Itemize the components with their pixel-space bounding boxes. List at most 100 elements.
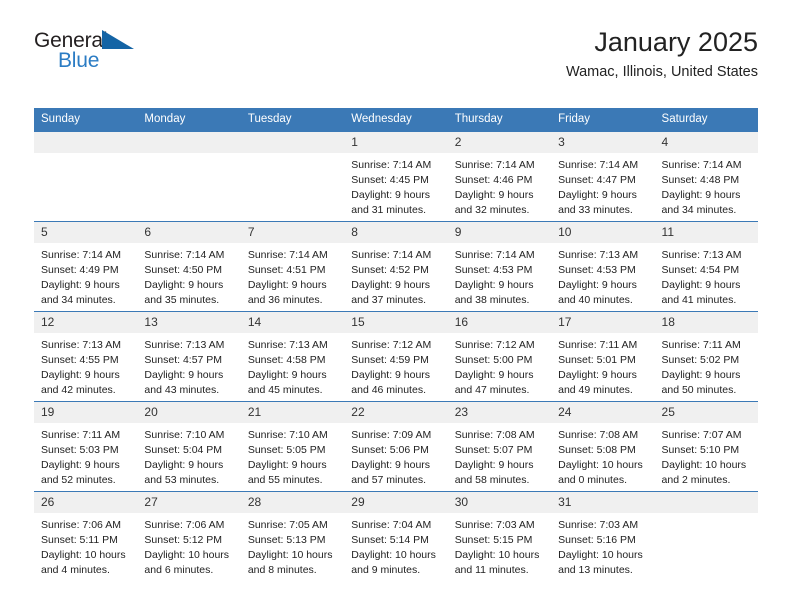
- calendar-day-cell[interactable]: 4 Sunrise: 7:14 AM Sunset: 4:48 PM Daylight…: [654, 131, 758, 222]
- calendar-day-cell[interactable]: 13 Sunrise: 7:13 AM Sunset: 4:57 PM Dayligh…: [137, 311, 241, 402]
- day-details: Sunrise: 7:11 AM Sunset: 5:02 PM Daylight:…: [655, 333, 758, 398]
- sunrise-line: Sunrise: 7:14 AM: [454, 159, 535, 171]
- daylight-line-cont: and 46 minutes.: [351, 383, 426, 396]
- daylight-line-cont: and 40 minutes.: [558, 293, 633, 306]
- sunset-line: Sunset: 4:46 PM: [454, 173, 533, 186]
- daylight-line: Daylight: 9 hours: [351, 368, 431, 381]
- day-details: Sunrise: 7:13 AM Sunset: 4:57 PM Daylight:…: [137, 333, 240, 398]
- day-number: 29: [344, 492, 448, 513]
- calendar-day-cell[interactable]: 10 Sunrise: 7:13 AM Sunset: 4:53 PM Dayligh…: [551, 221, 655, 312]
- calendar-week-row: 1 Sunrise: 7:14 AM Sunset: 4:45 PM Daylight…: [34, 131, 758, 222]
- day-cell-inner: 15 Sunrise: 7:12 AM Sunset: 4:59 PM Dayligh…: [344, 312, 448, 401]
- daylight-line-cont: and 9 minutes.: [351, 563, 421, 576]
- calendar-day-cell[interactable]: 12 Sunrise: 7:13 AM Sunset: 4:55 PM Dayligh…: [34, 311, 138, 402]
- weekday-header-saturday: Saturday: [654, 108, 758, 132]
- page-title: January 2025: [594, 27, 758, 57]
- daylight-line-cont: and 2 minutes.: [661, 473, 731, 486]
- calendar-day-cell[interactable]: 23 Sunrise: 7:08 AM Sunset: 5:07 PM Dayligh…: [447, 401, 552, 492]
- daylight-line: Daylight: 10 hours: [558, 548, 643, 561]
- sunrise-line: Sunrise: 7:14 AM: [351, 249, 432, 261]
- calendar-day-cell[interactable]: 29 Sunrise: 7:04 AM Sunset: 5:14 PM Dayligh…: [344, 491, 448, 582]
- calendar-day-cell[interactable]: 30 Sunrise: 7:03 AM Sunset: 5:15 PM Dayligh…: [447, 491, 552, 582]
- page-subtitle: Wamac, Illinois, United States: [565, 64, 758, 81]
- day-number: 5: [34, 222, 138, 243]
- calendar-day-cell[interactable]: 7 Sunrise: 7:14 AM Sunset: 4:51 PM Daylight…: [240, 221, 345, 312]
- day-number: 6: [137, 222, 241, 243]
- sunset-line: Sunset: 4:48 PM: [661, 173, 740, 186]
- sunrise-line: Sunrise: 7:14 AM: [454, 249, 535, 261]
- day-number: 12: [34, 312, 138, 333]
- daylight-line-cont: and 53 minutes.: [144, 473, 220, 486]
- day-cell-inner: 28 Sunrise: 7:05 AM Sunset: 5:13 PM Dayligh…: [240, 492, 345, 582]
- calendar-day-cell[interactable]: 5 Sunrise: 7:14 AM Sunset: 4:49 PM Daylight…: [34, 221, 138, 312]
- calendar-day-cell[interactable]: 1 Sunrise: 7:14 AM Sunset: 4:45 PM Daylight…: [344, 131, 448, 222]
- calendar-day-cell[interactable]: 22 Sunrise: 7:09 AM Sunset: 5:06 PM Dayligh…: [344, 401, 448, 492]
- calendar-day-cell-empty: [137, 131, 241, 222]
- daylight-line: Daylight: 9 hours: [351, 188, 431, 201]
- weekday-header-sunday: Sunday: [34, 108, 138, 132]
- daylight-line-cont: and 43 minutes.: [144, 383, 220, 396]
- calendar-day-cell[interactable]: 8 Sunrise: 7:14 AM Sunset: 4:52 PM Daylight…: [344, 221, 448, 312]
- calendar-day-cell[interactable]: 24 Sunrise: 7:08 AM Sunset: 5:08 PM Dayligh…: [551, 401, 655, 492]
- calendar-day-cell[interactable]: 28 Sunrise: 7:05 AM Sunset: 5:13 PM Dayligh…: [240, 491, 345, 582]
- calendar-day-cell[interactable]: 9 Sunrise: 7:14 AM Sunset: 4:53 PM Daylight…: [447, 221, 552, 312]
- daylight-line-cont: and 33 minutes.: [558, 203, 633, 216]
- day-number: 11: [654, 222, 758, 243]
- calendar-day-cell[interactable]: 17 Sunrise: 7:11 AM Sunset: 5:01 PM Dayligh…: [551, 311, 655, 402]
- sunset-line: Sunset: 4:50 PM: [144, 263, 223, 276]
- sunrise-line: Sunrise: 7:04 AM: [351, 519, 432, 531]
- day-cell-inner: 12 Sunrise: 7:13 AM Sunset: 4:55 PM Dayligh…: [34, 312, 138, 401]
- sunset-line: Sunset: 4:49 PM: [41, 263, 119, 276]
- daylight-line-cont: and 4 minutes.: [41, 563, 110, 576]
- day-number: 18: [654, 312, 758, 333]
- sunrise-line: Sunrise: 7:13 AM: [558, 249, 639, 261]
- sunset-line: Sunset: 5:10 PM: [661, 443, 740, 456]
- calendar-day-cell[interactable]: 26 Sunrise: 7:06 AM Sunset: 5:11 PM Dayligh…: [34, 491, 138, 582]
- calendar-day-cell[interactable]: 2 Sunrise: 7:14 AM Sunset: 4:46 PM Daylight…: [447, 131, 552, 222]
- day-number: 15: [344, 312, 448, 333]
- daylight-line: Daylight: 9 hours: [351, 458, 431, 471]
- calendar-day-cell[interactable]: 21 Sunrise: 7:10 AM Sunset: 5:05 PM Dayligh…: [240, 401, 345, 492]
- sunset-line: Sunset: 5:00 PM: [454, 353, 533, 366]
- day-details: Sunrise: 7:07 AM Sunset: 5:10 PM Daylight:…: [655, 423, 758, 488]
- calendar-day-cell[interactable]: 31 Sunrise: 7:03 AM Sunset: 5:16 PM Dayligh…: [551, 491, 655, 582]
- day-cell-inner: 1 Sunrise: 7:14 AM Sunset: 4:45 PM Daylight…: [344, 132, 448, 221]
- calendar-day-cell[interactable]: 15 Sunrise: 7:12 AM Sunset: 4:59 PM Dayligh…: [344, 311, 448, 402]
- calendar-day-cell[interactable]: 16 Sunrise: 7:12 AM Sunset: 5:00 PM Dayligh…: [447, 311, 552, 402]
- day-details: Sunrise: 7:14 AM Sunset: 4:49 PM Daylight:…: [34, 243, 137, 308]
- day-details: Sunrise: 7:14 AM Sunset: 4:52 PM Daylight:…: [344, 243, 447, 308]
- day-cell-inner: 20 Sunrise: 7:10 AM Sunset: 5:04 PM Dayligh…: [137, 402, 241, 491]
- daylight-line: Daylight: 9 hours: [41, 278, 120, 291]
- brand-logo[interactable]: General Blue: [34, 28, 154, 80]
- daylight-line-cont: and 58 minutes.: [454, 473, 530, 486]
- day-cell-inner: 2 Sunrise: 7:14 AM Sunset: 4:46 PM Daylight…: [447, 132, 552, 221]
- sunset-line: Sunset: 4:53 PM: [558, 263, 636, 276]
- calendar-day-cell[interactable]: 20 Sunrise: 7:10 AM Sunset: 5:04 PM Dayligh…: [137, 401, 241, 492]
- sunrise-line: Sunrise: 7:10 AM: [247, 429, 328, 441]
- calendar-day-cell[interactable]: 11 Sunrise: 7:13 AM Sunset: 4:54 PM Dayligh…: [654, 221, 758, 312]
- day-details: Sunrise: 7:14 AM Sunset: 4:48 PM Daylight:…: [655, 153, 758, 218]
- sunrise-line: Sunrise: 7:08 AM: [558, 429, 639, 441]
- calendar-page: General Blue January 2025 Wamac, Illinoi…: [0, 0, 792, 612]
- day-number: 27: [137, 492, 241, 513]
- day-cell-inner: 14 Sunrise: 7:13 AM Sunset: 4:58 PM Dayligh…: [240, 312, 345, 401]
- calendar-day-cell[interactable]: 3 Sunrise: 7:14 AM Sunset: 4:47 PM Daylight…: [551, 131, 655, 222]
- daylight-line: Daylight: 9 hours: [454, 188, 534, 201]
- calendar-day-cell[interactable]: 25 Sunrise: 7:07 AM Sunset: 5:10 PM Dayligh…: [654, 401, 758, 492]
- sunset-line: Sunset: 5:07 PM: [454, 443, 533, 456]
- sunset-line: Sunset: 4:59 PM: [351, 353, 429, 366]
- day-cell-inner: 22 Sunrise: 7:09 AM Sunset: 5:06 PM Dayligh…: [344, 402, 448, 491]
- calendar-day-cell[interactable]: 18 Sunrise: 7:11 AM Sunset: 5:02 PM Dayligh…: [654, 311, 758, 402]
- daylight-line-cont: and 57 minutes.: [351, 473, 426, 486]
- calendar-day-cell[interactable]: 19 Sunrise: 7:11 AM Sunset: 5:03 PM Dayligh…: [34, 401, 138, 492]
- sunrise-line: Sunrise: 7:07 AM: [661, 429, 742, 441]
- daylight-line: Daylight: 9 hours: [454, 278, 534, 291]
- day-cell-inner: 8 Sunrise: 7:14 AM Sunset: 4:52 PM Daylight…: [344, 222, 448, 311]
- sunrise-line: Sunrise: 7:14 AM: [661, 159, 742, 171]
- calendar-day-cell[interactable]: 6 Sunrise: 7:14 AM Sunset: 4:50 PM Daylight…: [137, 221, 241, 312]
- calendar-day-cell[interactable]: 27 Sunrise: 7:06 AM Sunset: 5:12 PM Dayligh…: [137, 491, 241, 582]
- calendar-day-cell[interactable]: 14 Sunrise: 7:13 AM Sunset: 4:58 PM Dayligh…: [240, 311, 345, 402]
- day-cell-inner: 21 Sunrise: 7:10 AM Sunset: 5:05 PM Dayligh…: [240, 402, 345, 491]
- sunrise-line: Sunrise: 7:12 AM: [351, 339, 432, 351]
- sunrise-line: Sunrise: 7:14 AM: [41, 249, 121, 261]
